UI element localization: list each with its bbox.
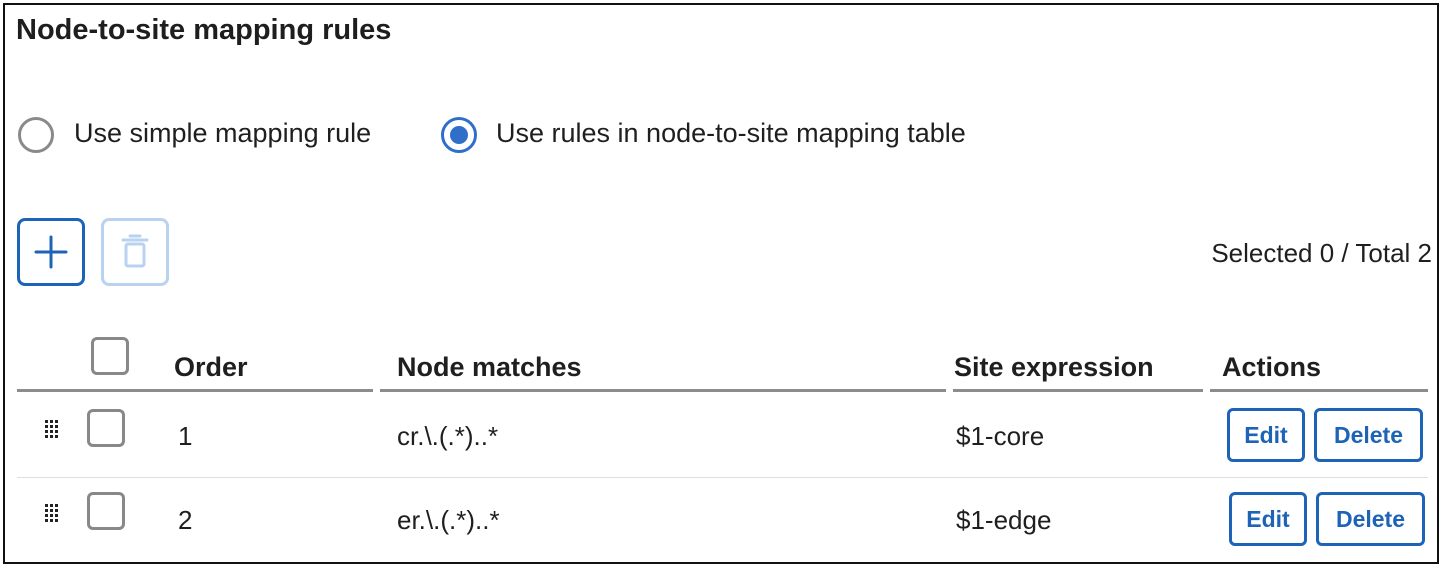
column-header-site-expression[interactable]: Site expression <box>954 352 1154 383</box>
mapping-rules-panel <box>3 3 1439 564</box>
drag-handle-icon[interactable] <box>45 420 61 438</box>
row-order: 2 <box>178 505 193 535</box>
add-rule-button[interactable] <box>17 218 85 286</box>
column-header-order[interactable]: Order <box>174 352 248 383</box>
trash-icon <box>121 234 149 268</box>
delete-button[interactable]: Delete <box>1316 492 1425 546</box>
radio-table-mapping-label[interactable]: Use rules in node-to-site mapping table <box>496 118 966 149</box>
row-site-expression: $1-core <box>956 421 1045 451</box>
selection-count: Selected 0 / Total 2 <box>1211 238 1432 268</box>
header-divider <box>380 389 946 392</box>
delete-selected-button[interactable] <box>101 218 169 286</box>
radio-simple-mapping[interactable] <box>18 117 54 153</box>
header-divider <box>17 389 373 392</box>
column-header-node-matches[interactable]: Node matches <box>397 352 582 383</box>
header-divider <box>1210 389 1428 392</box>
header-divider <box>953 389 1203 392</box>
column-header-actions: Actions <box>1222 352 1322 382</box>
plus-icon <box>34 235 68 269</box>
row-checkbox[interactable] <box>87 409 125 447</box>
select-all-checkbox[interactable] <box>91 337 129 375</box>
row-divider <box>17 477 1428 478</box>
radio-table-mapping[interactable] <box>441 117 477 153</box>
row-node-matches: er.\.(.*)..* <box>397 505 500 535</box>
delete-button[interactable]: Delete <box>1314 408 1423 462</box>
row-checkbox[interactable] <box>87 492 125 530</box>
row-order: 1 <box>178 421 193 451</box>
edit-button[interactable]: Edit <box>1227 408 1305 462</box>
drag-handle-icon[interactable] <box>45 504 61 522</box>
row-site-expression: $1-edge <box>956 505 1052 535</box>
edit-button[interactable]: Edit <box>1229 492 1307 546</box>
radio-simple-mapping-label[interactable]: Use simple mapping rule <box>74 118 371 149</box>
row-node-matches: cr.\.(.*)..* <box>397 421 499 451</box>
panel-title: Node-to-site mapping rules <box>16 14 392 46</box>
